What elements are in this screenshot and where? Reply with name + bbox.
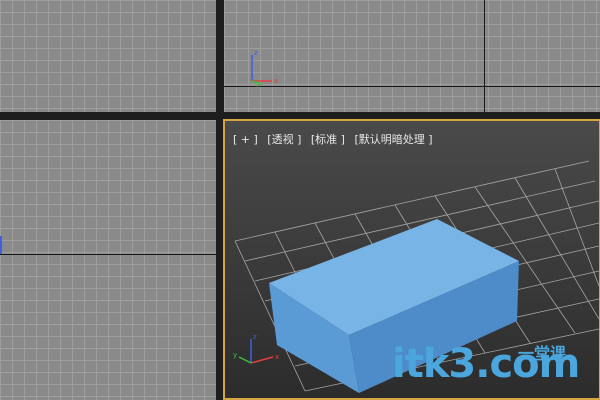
grid xyxy=(0,120,216,400)
grid-major-line xyxy=(484,0,485,112)
axis-gizmo: z x y xyxy=(233,333,279,364)
watermark: itk3.com 一堂课 xyxy=(390,338,600,400)
axis-y-label: y xyxy=(256,79,260,87)
axis-y-label: y xyxy=(233,351,237,359)
viewport-menu-standard[interactable]: [标准 ] xyxy=(311,133,345,146)
axis-marker xyxy=(0,236,2,254)
grid xyxy=(0,0,216,112)
viewport-left[interactable] xyxy=(0,120,216,400)
axis-x-label: x xyxy=(274,77,278,85)
axis-x-label: x xyxy=(275,353,279,361)
viewport-top[interactable] xyxy=(0,0,216,112)
viewport-menu-shading[interactable]: [默认明暗处理 ] xyxy=(354,133,432,146)
axis-z-label: z xyxy=(254,49,258,57)
viewport-label-bar: [ + ] [透视 ] [标准 ] [默认明暗处理 ] xyxy=(233,131,439,147)
viewport-menu-view[interactable]: [透视 ] xyxy=(267,133,301,146)
watermark-brand: 一堂课 xyxy=(518,344,567,363)
grid-major-line xyxy=(0,254,216,255)
axis-z-label: z xyxy=(253,333,257,341)
viewport-menu-plus[interactable]: [ + ] xyxy=(233,133,258,146)
axis-gizmo: z x y xyxy=(251,49,278,87)
viewport-front[interactable]: z x y xyxy=(224,0,600,112)
